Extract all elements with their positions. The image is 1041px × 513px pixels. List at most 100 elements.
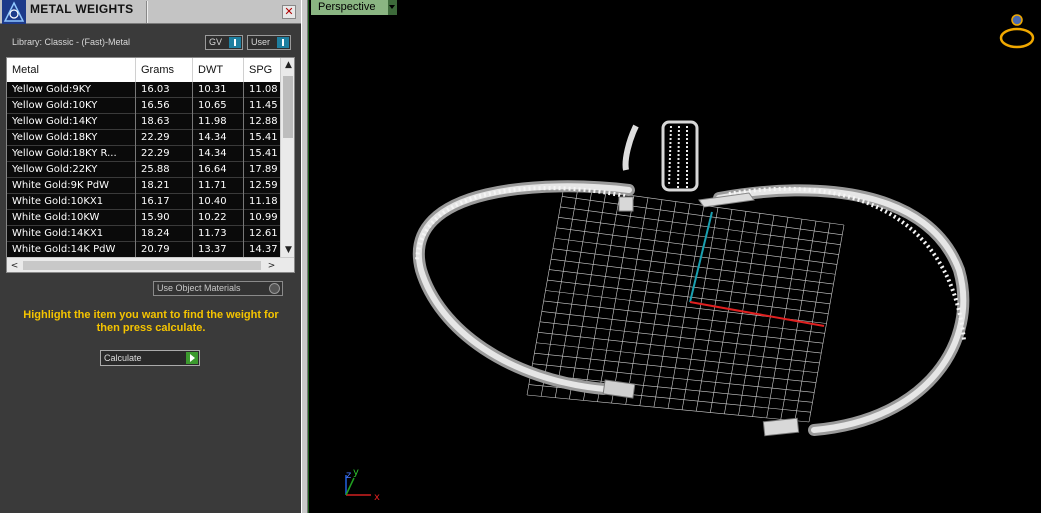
dwt-cell: 14.34 — [193, 130, 244, 146]
viewport-label: Perspective — [318, 1, 376, 13]
grams-cell: 22.29 — [136, 146, 193, 162]
table-row[interactable]: White Gold:14KX1 18.24 11.73 12.61 — [7, 226, 284, 242]
spg-cell: 10.99 — [244, 210, 284, 226]
table-row[interactable]: White Gold:10KW 15.90 10.22 10.99 — [7, 210, 284, 226]
metal-cell: Yellow Gold:18KY R... — [7, 146, 136, 162]
metal-cell: Yellow Gold:14KY — [7, 114, 136, 130]
bracelet-model — [412, 120, 970, 437]
table-row[interactable]: Yellow Gold:9KY 16.03 10.31 11.08 — [7, 82, 284, 98]
metal-cell: Yellow Gold:18KY — [7, 130, 136, 146]
perspective-viewport[interactable]: z y x Perspective — [308, 0, 1041, 513]
dwt-cell: 13.37 — [193, 242, 244, 258]
column-header-metal[interactable]: Metal — [7, 58, 136, 82]
table-body: Yellow Gold:9KY 16.03 10.31 11.08 Yellow… — [7, 82, 284, 258]
metal-cell: White Gold:9K PdW — [7, 178, 136, 194]
dwt-cell: 10.22 — [193, 210, 244, 226]
instruction-text: Highlight the item you want to find the … — [23, 309, 279, 334]
metal-cell: Yellow Gold:22KY — [7, 162, 136, 178]
axis-y-label: y — [353, 467, 359, 478]
close-button[interactable]: ✕ — [282, 5, 296, 19]
spg-cell: 14.37 — [244, 242, 284, 258]
spg-cell: 15.41 — [244, 146, 284, 162]
gv-dropdown-value: GV — [209, 37, 223, 47]
grid-line — [526, 394, 810, 423]
user-dropdown-value: User — [251, 37, 271, 47]
calculate-button[interactable]: Calculate — [100, 350, 200, 366]
use-object-materials-toggle[interactable]: Use Object Materials — [153, 281, 283, 296]
spg-cell: 17.89 — [244, 162, 284, 178]
metal-cell: White Gold:14KX1 — [7, 226, 136, 242]
axis-gizmo: z y x — [345, 467, 380, 503]
dropdown-arrow-icon — [277, 37, 289, 48]
axis-x-label: x — [374, 492, 380, 503]
spg-cell: 11.08 — [244, 82, 284, 98]
spg-cell: 11.45 — [244, 98, 284, 114]
table-row[interactable]: Yellow Gold:22KY 25.88 16.64 17.89 — [7, 162, 284, 178]
vertical-scroll-thumb[interactable] — [283, 76, 293, 138]
radio-circle-icon — [269, 283, 280, 294]
grams-cell: 18.21 — [136, 178, 193, 194]
panel-header: METAL WEIGHTS ✕ — [0, 0, 301, 24]
spg-cell: 12.61 — [244, 226, 284, 242]
metal-cell: White Gold:10KW — [7, 210, 136, 226]
grams-cell: 15.90 — [136, 210, 193, 226]
3d-scene[interactable]: z y x — [309, 0, 1041, 513]
spg-cell: 12.59 — [244, 178, 284, 194]
dropdown-arrow-icon — [229, 37, 241, 48]
metal-cell: Yellow Gold:10KY — [7, 98, 136, 114]
table-row[interactable]: Yellow Gold:14KY 18.63 11.98 12.88 — [7, 114, 284, 130]
table-row[interactable]: White Gold:10KX1 16.17 10.40 11.18 — [7, 194, 284, 210]
scroll-up-icon[interactable]: ▲ — [281, 58, 294, 72]
viewport-menu-dropdown-icon[interactable] — [388, 0, 397, 15]
grams-cell: 20.79 — [136, 242, 193, 258]
y-axis-line — [689, 211, 713, 303]
play-arrow-icon — [186, 352, 198, 364]
dwt-cell: 10.40 — [193, 194, 244, 210]
scroll-left-icon[interactable]: < — [7, 259, 22, 272]
ring-view-icon[interactable] — [999, 14, 1035, 49]
grams-cell: 16.56 — [136, 98, 193, 114]
dwt-cell: 10.65 — [193, 98, 244, 114]
grams-cell: 22.29 — [136, 130, 193, 146]
axis-z-label: z — [346, 470, 351, 481]
table-header: Metal Grams DWT SPG — [7, 58, 284, 82]
panel-splitter[interactable] — [301, 0, 308, 513]
viewport-tab[interactable]: Perspective — [311, 0, 397, 15]
vertical-scrollbar[interactable]: ▲ ▼ — [280, 58, 294, 257]
metal-cell: Yellow Gold:9KY — [7, 82, 136, 98]
dwt-cell: 11.98 — [193, 114, 244, 130]
table-row[interactable]: Yellow Gold:18KY 22.29 14.34 15.41 — [7, 130, 284, 146]
dwt-cell: 11.73 — [193, 226, 244, 242]
metal-cell: White Gold:14K PdW — [7, 242, 136, 258]
x-axis-line — [689, 301, 825, 327]
horizontal-scroll-thumb[interactable] — [23, 261, 261, 270]
metal-weights-table: Metal Grams DWT SPG Yellow Gold:9KY 16.0… — [6, 57, 295, 273]
dwt-cell: 14.34 — [193, 146, 244, 162]
column-header-dwt[interactable]: DWT — [193, 58, 244, 82]
grams-cell: 25.88 — [136, 162, 193, 178]
panel-title: METAL WEIGHTS — [30, 2, 134, 16]
metal-weights-panel: METAL WEIGHTS ✕ Library: Classic - (Fast… — [0, 0, 301, 513]
spg-cell: 15.41 — [244, 130, 284, 146]
column-header-spg[interactable]: SPG — [244, 58, 284, 82]
table-row[interactable]: Yellow Gold:10KY 16.56 10.65 11.45 — [7, 98, 284, 114]
grams-cell: 16.03 — [136, 82, 193, 98]
table-row[interactable]: Yellow Gold:18KY R... 22.29 14.34 15.41 — [7, 146, 284, 162]
app-logo-icon — [2, 0, 26, 24]
spg-cell: 11.18 — [244, 194, 284, 210]
table-row[interactable]: White Gold:14K PdW 20.79 13.37 14.37 — [7, 242, 284, 258]
table-row[interactable]: White Gold:9K PdW 18.21 11.71 12.59 — [7, 178, 284, 194]
scroll-down-icon[interactable]: ▼ — [281, 243, 294, 257]
metal-cell: White Gold:10KX1 — [7, 194, 136, 210]
spg-cell: 12.88 — [244, 114, 284, 130]
grams-cell: 18.24 — [136, 226, 193, 242]
horizontal-scrollbar[interactable]: < > — [7, 257, 294, 272]
library-label: Library: Classic - (Fast)-Metal — [12, 37, 131, 47]
grams-cell: 16.17 — [136, 194, 193, 210]
scroll-right-icon[interactable]: > — [264, 259, 279, 272]
column-header-grams[interactable]: Grams — [136, 58, 193, 82]
gv-dropdown[interactable]: GV — [205, 35, 243, 50]
calculate-label: Calculate — [104, 353, 142, 363]
grams-cell: 18.63 — [136, 114, 193, 130]
user-dropdown[interactable]: User — [247, 35, 291, 50]
